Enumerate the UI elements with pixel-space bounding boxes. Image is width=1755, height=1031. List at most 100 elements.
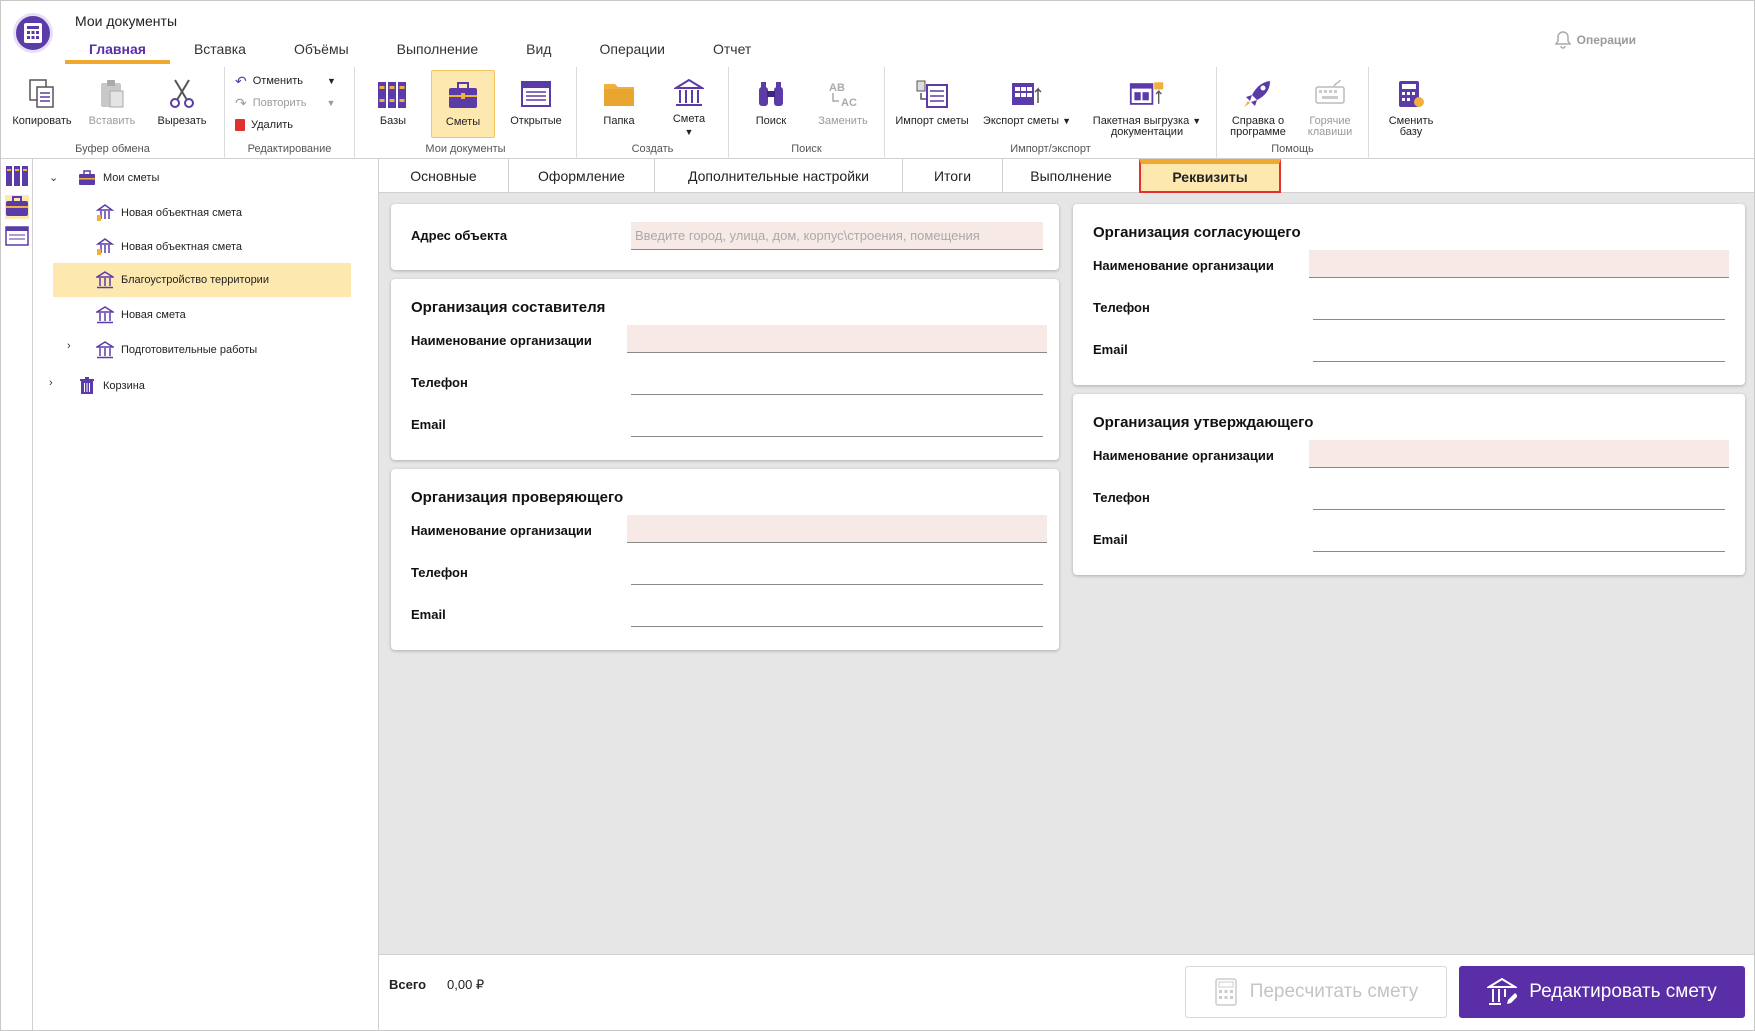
operations-indicator[interactable]: Операции — [1554, 31, 1636, 49]
expand-trash-icon[interactable]: › — [49, 377, 53, 389]
menu-insert[interactable]: Вставка — [170, 39, 270, 67]
group-label-help: Помощь — [1271, 143, 1314, 155]
tab-design[interactable]: Оформление — [509, 159, 655, 193]
import-estimate-button[interactable]: Импорт сметы — [891, 70, 973, 138]
object-estimate-icon — [95, 203, 115, 223]
folder-button[interactable]: Папка — [585, 70, 653, 138]
checker-email-input[interactable] — [631, 599, 1043, 627]
address-input[interactable] — [631, 222, 1043, 250]
operations-label: Операции — [1576, 33, 1636, 47]
find-label: Поиск — [755, 115, 787, 127]
about-button[interactable]: Справка о программе — [1223, 70, 1293, 138]
redo-dropdown-icon[interactable]: ▼ — [326, 98, 335, 108]
new-estimate-dropdown-icon[interactable]: ▼ — [685, 127, 694, 138]
open-docs-icon — [518, 76, 554, 112]
recalculate-button[interactable]: Пересчитать смету — [1185, 966, 1447, 1018]
copy-button[interactable]: Копировать — [7, 70, 77, 138]
redo-button[interactable]: ↷ Повторить ▼ — [235, 94, 335, 112]
paste-icon — [94, 76, 130, 112]
books-icon — [375, 76, 411, 112]
tab-requisites[interactable]: Реквизиты — [1139, 159, 1281, 193]
switch-base-button[interactable]: Сменить базу — [1379, 70, 1443, 138]
tab-extra-settings[interactable]: Дополнительные настройки — [655, 159, 903, 193]
tab-main[interactable]: Основные — [379, 159, 509, 193]
menu-report[interactable]: Отчет — [689, 39, 775, 67]
approving-phone-input[interactable] — [1313, 482, 1725, 510]
rail-bases-icon[interactable] — [5, 165, 29, 189]
undo-button[interactable]: ↶ Отменить ▼ — [235, 72, 336, 90]
tree-trash-label: Корзина — [103, 380, 145, 392]
tree-item[interactable]: Подготовительные работы — [95, 333, 395, 367]
open-docs-button[interactable]: Открытые — [501, 70, 571, 138]
paste-button[interactable]: Вставить — [77, 70, 147, 138]
group-switch-base: Сменить базу — [1369, 67, 1453, 159]
find-button[interactable]: Поиск — [737, 70, 805, 138]
tree-root-my-estimates[interactable]: Мои сметы — [77, 161, 357, 195]
agreeing-email-input[interactable] — [1313, 334, 1725, 362]
tab-totals[interactable]: Итоги — [903, 159, 1003, 193]
compiler-org-name-label: Наименование организации — [411, 333, 592, 348]
menu-volumes[interactable]: Объёмы — [270, 39, 373, 67]
hotkeys-button[interactable]: Горячие клавиши — [1295, 70, 1365, 138]
side-rail — [1, 159, 33, 1030]
batch-export-label: Пакетная выгрузка ▼ документации — [1092, 115, 1202, 138]
tree-item-trash[interactable]: Корзина — [77, 369, 357, 403]
group-my-documents: Базы Сметы Открытые Мои документы — [355, 67, 577, 159]
app-logo-icon — [13, 13, 53, 53]
replace-label: Заменить — [818, 115, 868, 127]
delete-button[interactable]: Удалить — [235, 116, 293, 134]
undo-dropdown-icon[interactable]: ▼ — [327, 76, 336, 86]
copy-label: Копировать — [12, 115, 72, 127]
export-dropdown-icon[interactable]: ▼ — [1062, 116, 1071, 126]
tree-item-label: Подготовительные работы — [121, 344, 258, 356]
compiler-org-name-input[interactable] — [627, 325, 1047, 353]
menu-view[interactable]: Вид — [502, 39, 575, 67]
object-estimate-icon — [95, 237, 115, 257]
approving-org-name-input[interactable] — [1309, 440, 1729, 468]
compiler-email-input[interactable] — [631, 409, 1043, 437]
tab-execution[interactable]: Выполнение — [1003, 159, 1139, 193]
calculator-icon — [1214, 978, 1237, 1006]
group-label-import-export: Импорт/экспорт — [1010, 143, 1091, 155]
new-estimate-label: Смета — [672, 113, 706, 125]
tree-item[interactable]: Новая объектная смета — [95, 230, 395, 264]
menu-execution[interactable]: Выполнение — [373, 39, 502, 67]
agreeing-phone-input[interactable] — [1313, 292, 1725, 320]
edit-estimate-label: Редактировать смету — [1529, 981, 1717, 1002]
tree-item[interactable]: Новая смета — [95, 298, 395, 332]
checker-phone-input[interactable] — [631, 557, 1043, 585]
building-icon — [671, 76, 707, 110]
menu-home[interactable]: Главная — [65, 39, 170, 67]
expand-my-estimates-icon[interactable]: ⌄ — [49, 171, 58, 184]
export-estimate-button[interactable]: Экспорт сметы ▼ — [977, 70, 1077, 138]
rail-estimates-icon[interactable] — [5, 195, 29, 219]
compiler-org-title: Организация составителя — [411, 299, 606, 316]
import-estimate-label: Импорт сметы — [895, 115, 969, 127]
edit-estimate-button[interactable]: Редактировать смету — [1459, 966, 1745, 1018]
tree-item[interactable]: Новая объектная смета — [95, 196, 395, 230]
footer-bar: Всего 0,00 ₽ Пересчитать смету Редактиро… — [379, 954, 1754, 1030]
checker-phone-label: Телефон — [411, 565, 468, 580]
briefcase-icon — [77, 168, 97, 188]
approving-email-input[interactable] — [1313, 524, 1725, 552]
bases-button[interactable]: Базы — [361, 70, 425, 138]
bases-label: Базы — [379, 115, 407, 127]
rail-open-icon[interactable] — [5, 225, 29, 249]
agreeing-org-name-label: Наименование организации — [1093, 258, 1274, 273]
batch-dropdown-icon[interactable]: ▼ — [1192, 116, 1201, 126]
tree-item-selected[interactable]: Благоустройство территории — [53, 263, 351, 297]
estimates-button[interactable]: Сметы — [431, 70, 495, 138]
replace-button[interactable]: AB AC Заменить — [809, 70, 877, 138]
batch-export-button[interactable]: Пакетная выгрузка ▼ документации — [1083, 70, 1211, 138]
checker-org-name-input[interactable] — [627, 515, 1047, 543]
menu-operations[interactable]: Операции — [575, 39, 689, 67]
approving-org-card: Организация утверждающего Наименование о… — [1073, 394, 1745, 575]
agreeing-org-name-input[interactable] — [1309, 250, 1729, 278]
checker-email-label: Email — [411, 607, 446, 622]
tree-item-label: Новая объектная смета — [121, 207, 242, 219]
new-estimate-button[interactable]: Смета ▼ — [657, 70, 721, 138]
expand-prep-works-icon[interactable]: › — [67, 340, 71, 352]
compiler-phone-input[interactable] — [631, 367, 1043, 395]
cut-button[interactable]: Вырезать — [147, 70, 217, 138]
bell-icon — [1554, 31, 1571, 49]
